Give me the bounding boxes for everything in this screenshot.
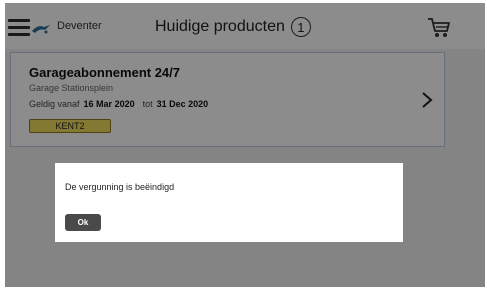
dialog-message: De vergunning is beëindigd <box>65 182 175 192</box>
ok-button[interactable]: Ok <box>65 214 101 231</box>
modal-overlay[interactable] <box>5 3 485 287</box>
alert-dialog: De vergunning is beëindigd Ok <box>55 163 403 242</box>
app-screen: Deventer Huidige producten 1 Garageabonn… <box>5 3 485 287</box>
